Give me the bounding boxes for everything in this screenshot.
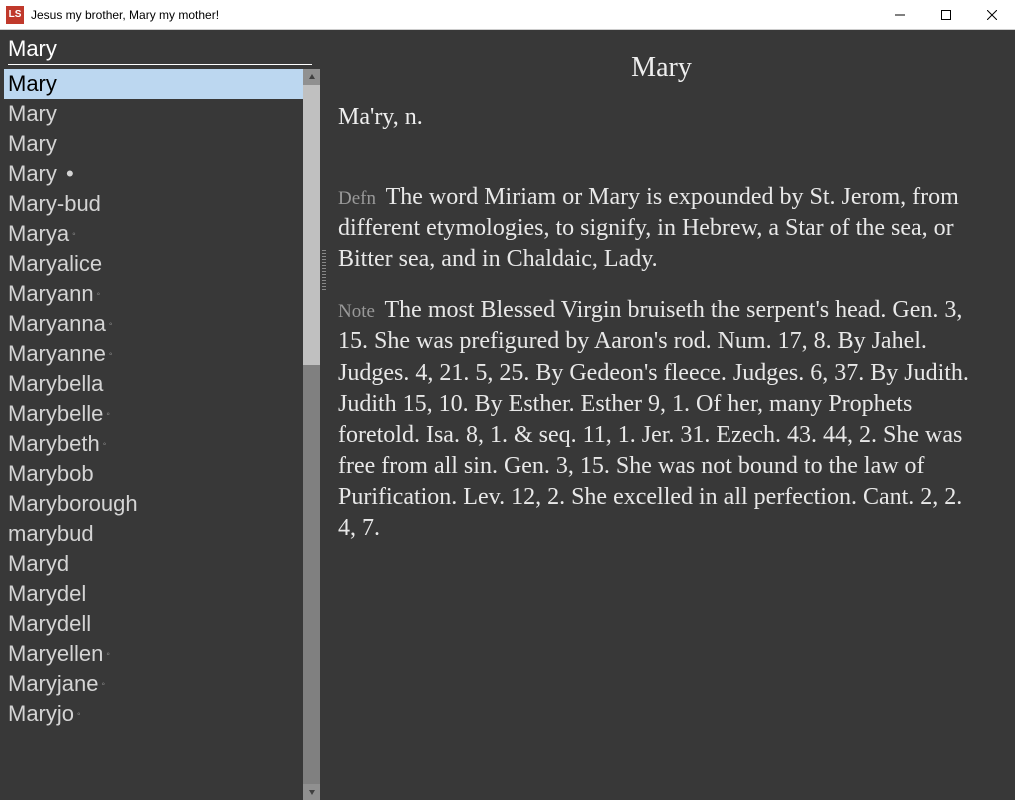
wordlist-item-text: Marydel	[8, 581, 86, 606]
defn-label: Defn	[338, 188, 376, 209]
wordlist-item[interactable]: Maryellen◦	[4, 639, 303, 669]
titlebar[interactable]: LS Jesus my brother, Mary my mother!	[0, 0, 1015, 30]
wordlist-item[interactable]: marybud	[4, 519, 303, 549]
wordlist-item-text: Marybelle	[8, 401, 103, 426]
wordlist-item-text: Maryanne	[8, 341, 106, 366]
wordlist-item[interactable]: Maryborough	[4, 489, 303, 519]
note-label: Note	[338, 301, 375, 322]
wordlist-item[interactable]: Marybob	[4, 459, 303, 489]
phonetic-dot-icon: ◦	[106, 649, 110, 660]
wordlist-item-text: Mary	[8, 131, 57, 156]
wordlist-item[interactable]: Marybella	[4, 369, 303, 399]
wordlist-item[interactable]: Marybeth◦	[4, 429, 303, 459]
close-button[interactable]	[969, 0, 1015, 29]
wordlist-item-text: Mary	[8, 71, 57, 96]
wordlist-item-text: Maryborough	[8, 491, 138, 516]
definition-block: Defn The word Miriam or Mary is expounde…	[338, 182, 985, 276]
phonetic-dot-icon: ◦	[109, 319, 113, 330]
wordlist-item[interactable]: Maryanna◦	[4, 309, 303, 339]
article-title: Mary	[338, 50, 985, 86]
wordlist-wrap: MaryMaryMaryMary •Mary-budMarya◦Maryalic…	[4, 69, 320, 800]
wordlist-item[interactable]: Marybelle◦	[4, 399, 303, 429]
wordlist-item-text: Marybob	[8, 461, 94, 486]
wordlist-item[interactable]: Maryjane◦	[4, 669, 303, 699]
wordlist-item[interactable]: Mary	[4, 69, 303, 99]
scroll-down-button[interactable]	[303, 784, 320, 800]
wordlist-item[interactable]: Mary	[4, 99, 303, 129]
maximize-button[interactable]	[923, 0, 969, 29]
wordlist-item-text: Marybeth	[8, 431, 100, 456]
wordlist-item[interactable]: Maryjo◦	[4, 699, 303, 729]
wordlist-item[interactable]: Mary •	[4, 159, 303, 189]
window-title: Jesus my brother, Mary my mother!	[31, 8, 877, 22]
left-pane: MaryMaryMaryMary •Mary-budMarya◦Maryalic…	[0, 30, 320, 800]
phonetic-dot-icon: ◦	[106, 409, 110, 420]
wordlist-item-text: Marya	[8, 221, 69, 246]
wordlist-item-text: Mary-bud	[8, 191, 101, 216]
window-controls	[877, 0, 1015, 29]
phonetic-dot-icon: ◦	[101, 679, 105, 690]
content-pane[interactable]: Mary Ma'ry, n. Defn The word Miriam or M…	[328, 30, 1015, 800]
wordlist-item-text: Mary	[8, 161, 57, 186]
article-pronunciation: Ma'ry, n.	[338, 102, 985, 133]
wordlist-item-text: Maryann	[8, 281, 94, 306]
wordlist-item-text: Maryalice	[8, 251, 102, 276]
wordlist-item-text: Mary	[8, 101, 57, 126]
wordlist-item[interactable]: Maryanne◦	[4, 339, 303, 369]
bullet-icon: •	[60, 161, 74, 186]
wordlist-item-text: Maryanna	[8, 311, 106, 336]
scroll-up-button[interactable]	[303, 69, 320, 85]
wordlist-item-text: Maryjo	[8, 701, 74, 726]
wordlist[interactable]: MaryMaryMaryMary •Mary-budMarya◦Maryalic…	[4, 69, 303, 800]
pane-splitter[interactable]	[320, 30, 328, 800]
note-text: The most Blessed Virgin bruiseth the ser…	[338, 297, 969, 541]
defn-text: The word Miriam or Mary is expounded by …	[338, 184, 959, 272]
note-block: Note The most Blessed Virgin bruiseth th…	[338, 295, 985, 545]
wordlist-item[interactable]: Maryalice	[4, 249, 303, 279]
wordlist-item-text: marybud	[8, 521, 94, 546]
wordlist-item-text: Marybella	[8, 371, 103, 396]
wordlist-item-text: Maryd	[8, 551, 69, 576]
splitter-grip-icon	[322, 250, 326, 290]
wordlist-item[interactable]: Maryann◦	[4, 279, 303, 309]
phonetic-dot-icon: ◦	[77, 709, 81, 720]
wordlist-item[interactable]: Marydel	[4, 579, 303, 609]
phonetic-dot-icon: ◦	[109, 349, 113, 360]
wordlist-item[interactable]: Marydell	[4, 609, 303, 639]
app-icon: LS	[6, 6, 24, 24]
search-input[interactable]	[8, 36, 312, 65]
wordlist-scrollbar[interactable]	[303, 69, 320, 800]
wordlist-item[interactable]: Mary	[4, 129, 303, 159]
wordlist-item-text: Maryellen	[8, 641, 103, 666]
search-row	[0, 30, 320, 69]
scroll-thumb[interactable]	[303, 85, 320, 365]
wordlist-item[interactable]: Marya◦	[4, 219, 303, 249]
wordlist-item-text: Marydell	[8, 611, 91, 636]
wordlist-item-text: Maryjane	[8, 671, 98, 696]
phonetic-dot-icon: ◦	[97, 289, 101, 300]
minimize-button[interactable]	[877, 0, 923, 29]
phonetic-dot-icon: ◦	[72, 229, 76, 240]
app-body: MaryMaryMaryMary •Mary-budMarya◦Maryalic…	[0, 30, 1015, 800]
wordlist-item[interactable]: Maryd	[4, 549, 303, 579]
phonetic-dot-icon: ◦	[103, 439, 107, 450]
wordlist-item[interactable]: Mary-bud	[4, 189, 303, 219]
